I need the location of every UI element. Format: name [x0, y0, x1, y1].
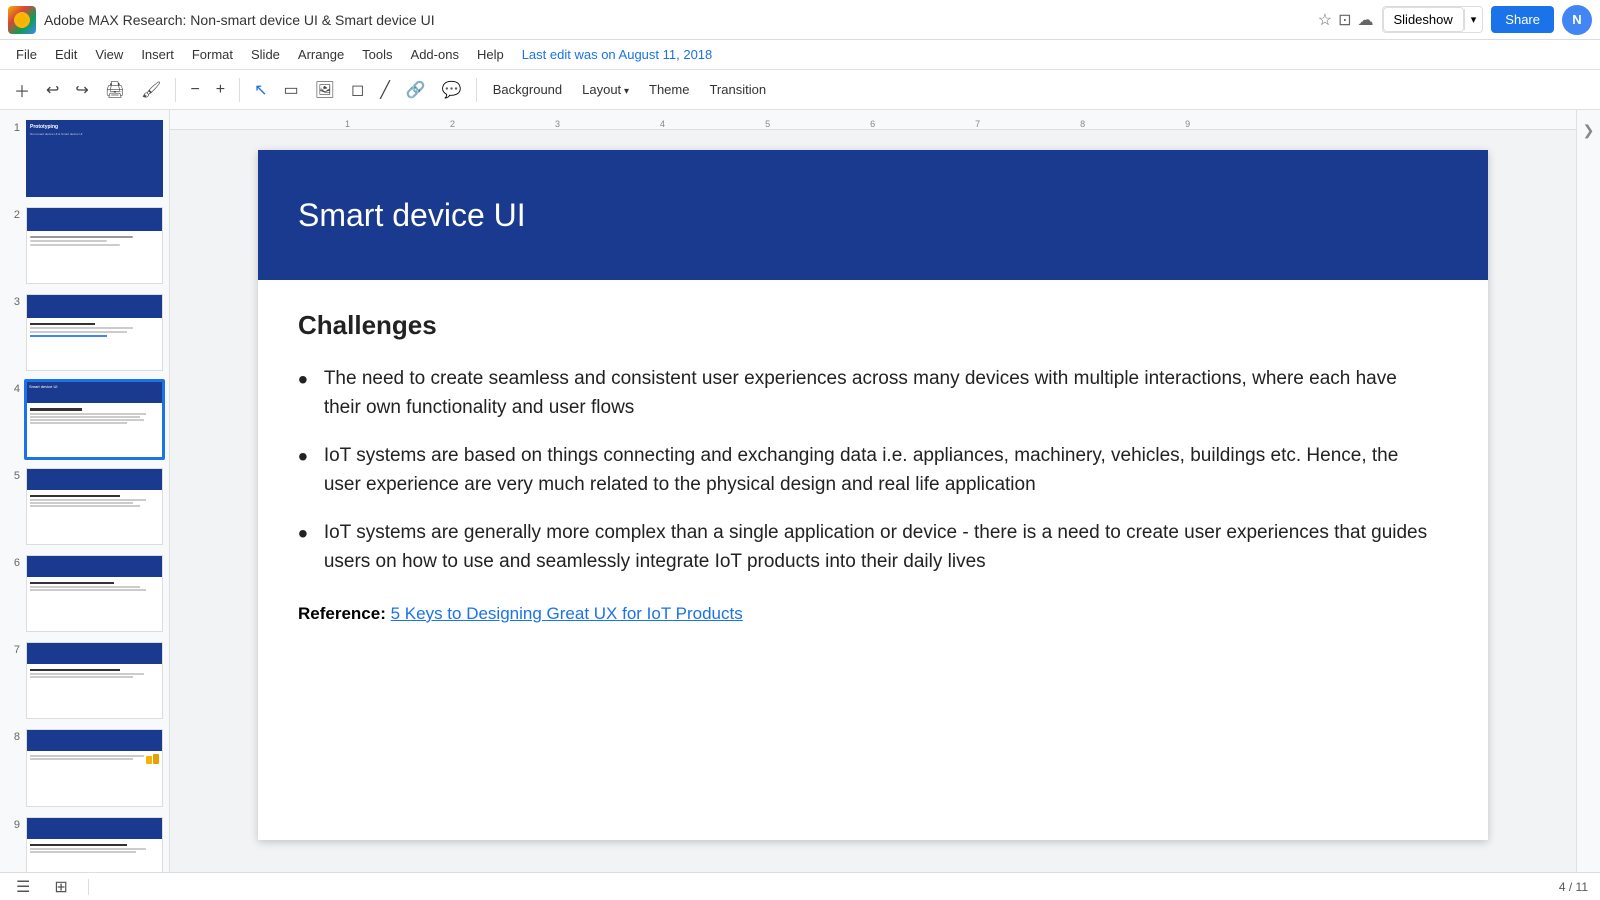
- star-icon[interactable]: ☆: [1318, 10, 1332, 30]
- slide-list-view-button[interactable]: ☰: [12, 875, 34, 899]
- status-separator: [88, 879, 89, 895]
- slide-thumbnail-9[interactable]: [24, 815, 165, 873]
- zoom-in-button[interactable]: +: [210, 77, 231, 103]
- slide-thumbnail-6[interactable]: [24, 553, 165, 634]
- menu-file[interactable]: File: [8, 43, 45, 66]
- ruler-top: 1 2 3 4 5 6 7 8 9: [170, 110, 1576, 130]
- bullet-text-2: IoT systems are based on things connecti…: [324, 442, 1438, 499]
- zoom-out-button[interactable]: −: [184, 77, 205, 103]
- menu-arrange[interactable]: Arrange: [290, 43, 352, 66]
- slide-thumb-3[interactable]: 3: [4, 292, 165, 373]
- slide-thumbnail-4[interactable]: Smart device UI: [24, 379, 165, 460]
- right-sidebar: ❯: [1576, 110, 1600, 872]
- slide-thumb-5[interactable]: 5: [4, 466, 165, 547]
- bullet-item-2: • IoT systems are based on things connec…: [298, 442, 1438, 499]
- reference-label: Reference:: [298, 604, 386, 623]
- slide-thumb-9[interactable]: 9: [4, 815, 165, 873]
- reference-section: Reference: 5 Keys to Designing Great UX …: [298, 604, 1438, 624]
- cursor-button[interactable]: ↖: [248, 76, 273, 104]
- bullet-text-1: The need to create seamless and consiste…: [324, 365, 1438, 422]
- slideshow-btn-group: Slideshow ▾: [1382, 6, 1484, 33]
- slideshow-dropdown[interactable]: ▾: [1464, 9, 1483, 30]
- status-right: 4 / 11: [1559, 880, 1588, 894]
- slide-thumbnail-8[interactable]: [24, 727, 165, 808]
- background-button[interactable]: Background: [485, 78, 570, 101]
- slide-thumb-6[interactable]: 6: [4, 553, 165, 634]
- insert-line-button[interactable]: ╱: [374, 76, 396, 104]
- document-title: Adobe MAX Research: Non-smart device UI …: [44, 12, 1310, 28]
- slideshow-button[interactable]: Slideshow: [1383, 7, 1464, 32]
- menu-help[interactable]: Help: [469, 43, 512, 66]
- undo-button[interactable]: ↩: [40, 76, 65, 104]
- top-bar: Adobe MAX Research: Non-smart device UI …: [0, 0, 1600, 40]
- menu-addons[interactable]: Add-ons: [403, 43, 467, 66]
- insert-link-button[interactable]: 🔗: [400, 76, 432, 104]
- bullet-item-1: • The need to create seamless and consis…: [298, 365, 1438, 422]
- redo-button[interactable]: ↪: [69, 76, 94, 104]
- last-edit-text: Last edit was on August 11, 2018: [522, 47, 713, 62]
- share-button[interactable]: Share: [1491, 6, 1554, 33]
- paint-format-button[interactable]: 🖌: [135, 76, 167, 104]
- insert-comment-button[interactable]: 💬: [436, 76, 468, 104]
- sidebar-expand-icon[interactable]: ❯: [1583, 122, 1595, 139]
- insert-textbox-button[interactable]: ▭: [278, 76, 305, 104]
- toolbar-sep-2: [239, 78, 240, 102]
- add-button[interactable]: ＋: [8, 74, 36, 106]
- layout-button[interactable]: Layout: [574, 78, 637, 101]
- bullet-dot-3: •: [298, 517, 308, 551]
- theme-button[interactable]: Theme: [641, 78, 697, 101]
- main-layout: 1 Prototyping Non-smart device UI & Smar…: [0, 110, 1600, 872]
- cloud-icon[interactable]: ☁: [1358, 10, 1374, 30]
- slide-body: Challenges • The need to create seamless…: [258, 280, 1488, 840]
- slide-header-title: Smart device UI: [298, 197, 526, 234]
- top-right-actions: Slideshow ▾ Share N: [1382, 5, 1593, 35]
- menu-format[interactable]: Format: [184, 43, 241, 66]
- insert-image-button[interactable]: 🖼: [309, 76, 341, 104]
- bullet-dot-2: •: [298, 440, 308, 474]
- slide-canvas[interactable]: Smart device UI Challenges • The need to…: [258, 150, 1488, 840]
- toolbar-sep-1: [175, 78, 176, 102]
- insert-shape-button[interactable]: ◻: [345, 76, 370, 104]
- slide-thumb-4[interactable]: 4 Smart device UI: [4, 379, 165, 460]
- toolbar-sep-3: [476, 78, 477, 102]
- slide-thumb-1[interactable]: 1 Prototyping Non-smart device UI & Smar…: [4, 118, 165, 199]
- slide-thumb-7[interactable]: 7: [4, 640, 165, 721]
- menu-bar: File Edit View Insert Format Slide Arran…: [0, 40, 1600, 70]
- menu-insert[interactable]: Insert: [133, 43, 182, 66]
- editor-area: 1 2 3 4 5 6 7 8 9 Smart device UI Challe: [170, 110, 1576, 872]
- section-title: Challenges: [298, 310, 1438, 341]
- bullet-text-3: IoT systems are generally more complex t…: [324, 519, 1438, 576]
- menu-view[interactable]: View: [87, 43, 131, 66]
- title-icons: ☆ ⊡ ☁: [1318, 10, 1374, 30]
- slide-thumbnail-3[interactable]: [24, 292, 165, 373]
- toolbar: ＋ ↩ ↪ 🖨 🖌 − + ↖ ▭ 🖼 ◻ ╱ 🔗 💬 Background L…: [0, 70, 1600, 110]
- slide-thumbnail-2[interactable]: [24, 205, 165, 286]
- slide-thumbnail-1[interactable]: Prototyping Non-smart device UI & Smart …: [24, 118, 165, 199]
- bullet-list: • The need to create seamless and consis…: [298, 365, 1438, 576]
- page-indicator: 4 / 11: [1559, 880, 1588, 894]
- bullet-dot-1: •: [298, 363, 308, 397]
- app-logo: [8, 6, 36, 34]
- slide-thumbnail-5[interactable]: [24, 466, 165, 547]
- editor-content: Smart device UI Challenges • The need to…: [170, 130, 1576, 872]
- menu-slide[interactable]: Slide: [243, 43, 288, 66]
- slide-panel: 1 Prototyping Non-smart device UI & Smar…: [0, 110, 170, 872]
- reference-link[interactable]: 5 Keys to Designing Great UX for IoT Pro…: [391, 604, 743, 623]
- print-button[interactable]: 🖨: [99, 76, 131, 104]
- user-avatar[interactable]: N: [1562, 5, 1592, 35]
- status-bar: ☰ ⊞ 4 / 11: [0, 872, 1600, 900]
- menu-edit[interactable]: Edit: [47, 43, 85, 66]
- slide-header-area: Smart device UI: [258, 150, 1488, 280]
- slide-thumbnail-7[interactable]: [24, 640, 165, 721]
- menu-tools[interactable]: Tools: [354, 43, 400, 66]
- slide-grid-view-button[interactable]: ⊞: [50, 875, 71, 899]
- bullet-item-3: • IoT systems are generally more complex…: [298, 519, 1438, 576]
- slide-thumb-2[interactable]: 2: [4, 205, 165, 286]
- folder-icon[interactable]: ⊡: [1338, 10, 1351, 30]
- slide-thumb-8[interactable]: 8: [4, 727, 165, 808]
- transition-button[interactable]: Transition: [701, 78, 774, 101]
